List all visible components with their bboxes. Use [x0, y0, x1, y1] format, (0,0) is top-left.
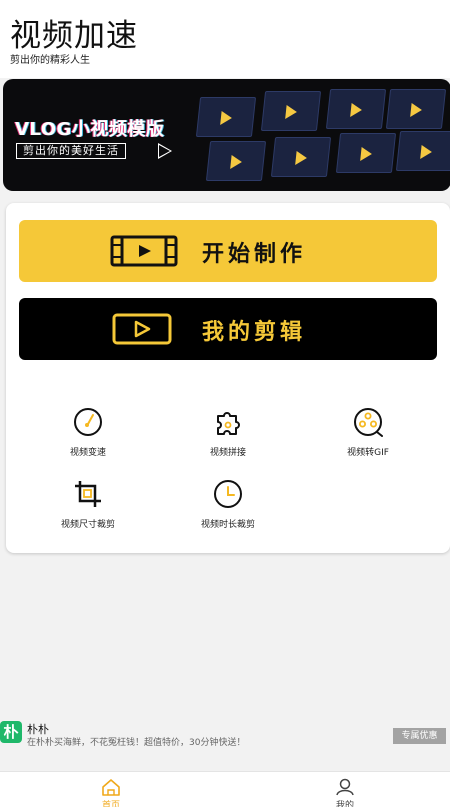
banner[interactable]: VLOG小视频模版 剪出你的美好生活: [3, 79, 450, 191]
banner-title: VLOG小视频模版: [15, 119, 165, 140]
header: 视频加速 剪出你的精彩人生: [0, 0, 450, 78]
ad-offer-button[interactable]: 专属优惠: [393, 728, 446, 744]
tool-label: 视频变速: [69, 448, 106, 458]
thumbnail-image: [270, 137, 332, 177]
tab-mine-label: 我的: [335, 801, 354, 807]
thumbnail-image: [205, 141, 267, 181]
tool-label: 视频时长裁剪: [200, 520, 255, 530]
banner-arrow-icon: [158, 143, 172, 159]
thumbnail-image: [395, 131, 450, 171]
puzzle-icon: [217, 412, 240, 435]
tool-label: 视频尺寸裁剪: [60, 520, 115, 530]
tool-speed[interactable]: 视频变速: [33, 407, 143, 467]
film-play-icon: [110, 235, 178, 267]
user-icon: [336, 778, 354, 796]
speedometer-icon: [74, 408, 102, 436]
my-edits-label: 我的剪辑: [202, 320, 307, 345]
tool-crop-size[interactable]: 视频尺寸裁剪: [33, 479, 143, 539]
tool-label: 视频转GIF: [347, 448, 389, 458]
my-edits-button[interactable]: 我的剪辑: [19, 298, 437, 360]
ad-description: 在朴朴买海鲜，不花冤枉钱！超值特价，30分钟快送！: [27, 738, 246, 748]
clock-icon: [214, 480, 242, 508]
play-rect-icon: [112, 313, 172, 345]
thumbnail-image: [385, 89, 447, 129]
thumbnail-image: [325, 89, 387, 129]
banner-thumbnails: [188, 89, 450, 184]
film-reel-icon: [354, 408, 383, 437]
ad-logo: 朴: [0, 721, 22, 743]
page-title: 视频加速: [10, 18, 138, 54]
thumbnail-image: [260, 91, 322, 131]
tab-home-label: 首页: [101, 801, 120, 807]
tool-label: 视频拼接: [209, 448, 246, 458]
main-card: 开始制作 我的剪辑 视频变速 视频拼接 视频转GIF 视频尺寸裁剪 视频时长裁剪: [6, 203, 450, 553]
thumbnail-image: [335, 133, 397, 173]
tool-crop-duration[interactable]: 视频时长裁剪: [173, 479, 283, 539]
start-making-label: 开始制作: [202, 242, 307, 267]
ad-banner[interactable]: 朴 朴朴 在朴朴买海鲜，不花冤枉钱！超值特价，30分钟快送！ 专属优惠: [0, 718, 450, 758]
crop-icon: [75, 481, 101, 507]
banner-tagline: 剪出你的美好生活: [16, 143, 126, 159]
bottom-tabbar: 首页 我的: [0, 771, 450, 807]
tool-gif[interactable]: 视频转GIF: [313, 407, 423, 467]
tool-merge[interactable]: 视频拼接: [173, 407, 283, 467]
page-subtitle: 剪出你的精彩人生: [10, 55, 90, 66]
tab-mine[interactable]: 我的: [315, 778, 375, 807]
home-icon: [102, 779, 120, 796]
start-making-button[interactable]: 开始制作: [19, 220, 437, 282]
tab-home[interactable]: 首页: [81, 778, 141, 807]
thumbnail-image: [195, 97, 257, 137]
